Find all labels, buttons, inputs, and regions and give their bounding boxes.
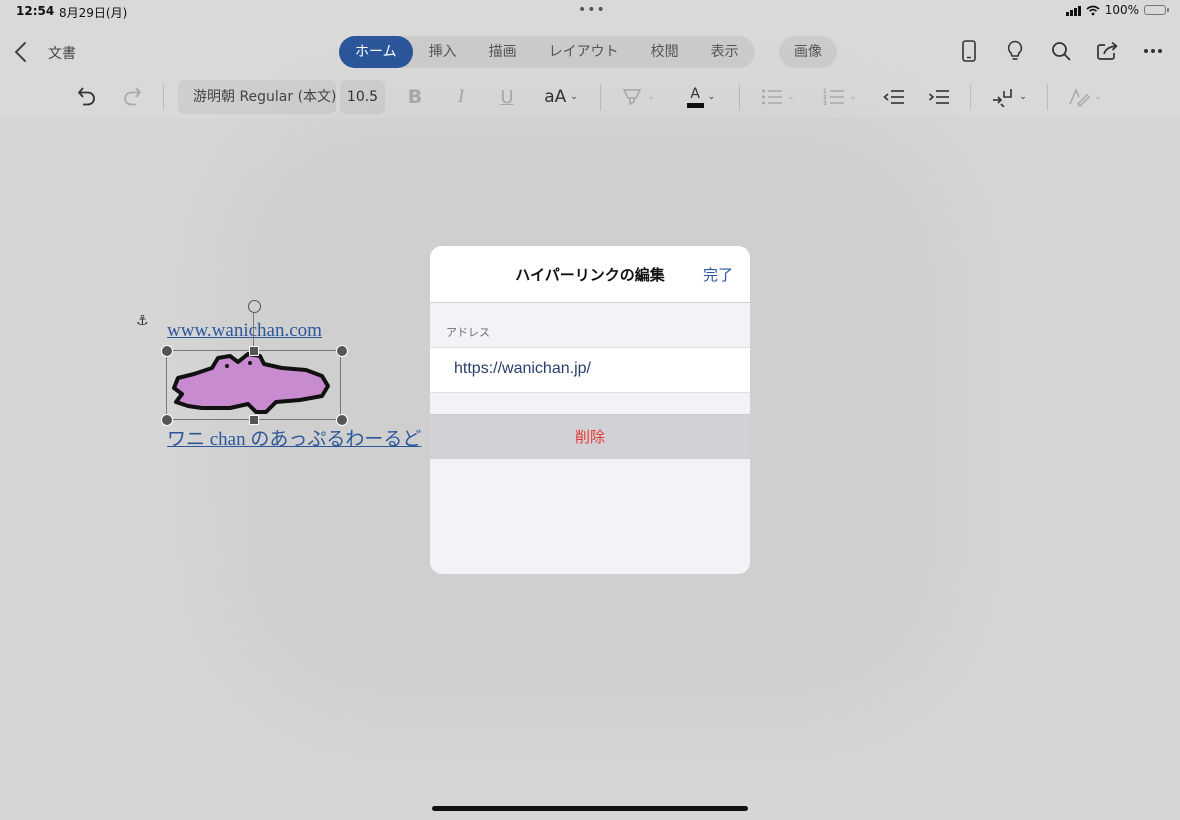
highlight-button[interactable]: ⌄ — [617, 81, 659, 113]
search-icon — [1052, 42, 1071, 61]
tab-home[interactable]: ホーム — [339, 36, 413, 68]
chevron-down-icon: ⌄ — [1094, 92, 1102, 102]
search-button[interactable] — [1046, 36, 1076, 66]
decrease-indent-button[interactable] — [881, 81, 907, 113]
tab-insert[interactable]: 挿入 — [413, 36, 473, 68]
more-icon — [1144, 49, 1162, 53]
app-navbar: 文書 ホーム 挿入 描画 レイアウト 校閲 表示 画像 — [0, 30, 1180, 76]
font-name-box[interactable]: 游明朝 Regular (本文) — [178, 80, 336, 114]
cellular-signal-icon — [1065, 5, 1081, 16]
tab-view[interactable]: 表示 — [695, 36, 755, 68]
divider — [739, 84, 740, 110]
chevron-down-icon: ⌄ — [647, 92, 655, 102]
chevron-down-icon: ⌄ — [1019, 92, 1027, 102]
italic-button[interactable]: I — [450, 81, 472, 113]
tab-draw[interactable]: 描画 — [473, 36, 533, 68]
redo-button[interactable] — [119, 81, 145, 113]
status-indicators: 100% — [1065, 3, 1169, 17]
indent-icon — [928, 90, 949, 104]
ribbon-toolbar: 游明朝 Regular (本文) 10.5 B I U aA ⌄ ⌄ A ⌄ ⌄… — [0, 78, 1180, 116]
resize-handle[interactable] — [336, 345, 348, 357]
home-indicator[interactable] — [432, 806, 748, 811]
hyperlink-text[interactable]: ワニ chan のあっぷるわーるど — [167, 424, 421, 451]
highlighter-icon — [622, 89, 642, 106]
chevron-down-icon: ⌄ — [707, 92, 716, 102]
status-time: 12:54 — [16, 4, 55, 18]
font-color-icon: A — [686, 85, 704, 108]
multitasking-dots[interactable]: ••• — [578, 2, 606, 18]
address-label: アドレス — [446, 326, 490, 339]
ribbon-tabs: ホーム 挿入 描画 レイアウト 校閲 表示 — [339, 36, 755, 68]
back-button[interactable] — [10, 38, 34, 66]
anchor-icon[interactable]: ⚓ — [136, 313, 149, 329]
chevron-down-icon: ⌄ — [570, 92, 578, 102]
hyperlink-url-text[interactable]: www.wanichan.com — [167, 320, 322, 342]
resize-handle[interactable] — [161, 345, 173, 357]
numbered-list-icon: 123 — [823, 88, 845, 107]
image-selection-box — [166, 350, 341, 420]
font-color-letter: A — [690, 85, 700, 102]
text-size-label: aA — [544, 87, 567, 107]
divider — [970, 84, 971, 110]
more-button[interactable] — [1138, 36, 1168, 66]
mobile-view-button[interactable] — [954, 36, 984, 66]
lightbulb-icon — [1007, 40, 1023, 60]
address-field-row — [430, 347, 750, 393]
redo-icon — [124, 87, 141, 106]
battery-percent: 100% — [1104, 3, 1139, 17]
dialog-header: ハイパーリンクの編集 完了 — [430, 246, 750, 303]
ideas-button[interactable] — [1000, 36, 1030, 66]
undo-icon — [78, 87, 95, 106]
document-title[interactable]: 文書 — [48, 43, 76, 63]
font-color-swatch — [686, 102, 704, 108]
edit-hyperlink-dialog: ハイパーリンクの編集 完了 アドレス 削除 — [430, 246, 750, 574]
numbering-button[interactable]: 123 ⌄ — [819, 81, 861, 113]
bold-button[interactable]: B — [404, 81, 426, 113]
styles-icon — [1069, 87, 1091, 107]
increase-indent-button[interactable] — [926, 81, 952, 113]
divider — [1047, 84, 1048, 110]
bullets-button[interactable]: ⌄ — [757, 81, 799, 113]
styles-button[interactable]: ⌄ — [1064, 81, 1106, 113]
font-size-box[interactable]: 10.5 — [340, 80, 385, 114]
nav-actions — [954, 36, 1168, 66]
wrap-text-button[interactable]: ⌄ — [988, 81, 1030, 113]
share-icon — [1097, 41, 1118, 60]
divider — [163, 84, 164, 110]
tab-review[interactable]: 校閲 — [635, 36, 695, 68]
status-date: 8月29日(月) — [59, 6, 128, 20]
chevron-down-icon: ⌄ — [849, 92, 857, 102]
status-bar: 12:54 8月29日(月) ••• 100% — [0, 0, 1180, 26]
svg-text:3: 3 — [823, 100, 827, 107]
delete-link-button[interactable]: 削除 — [430, 414, 750, 459]
rotate-handle[interactable] — [248, 300, 261, 313]
divider — [600, 84, 601, 110]
bullet-list-icon — [762, 89, 783, 105]
resize-handle[interactable] — [249, 346, 259, 356]
done-button[interactable]: 完了 — [703, 264, 733, 285]
underline-button[interactable]: U — [496, 81, 518, 113]
font-color-button[interactable]: A ⌄ — [680, 81, 722, 113]
phone-icon — [962, 40, 976, 62]
tab-image[interactable]: 画像 — [779, 36, 837, 68]
wrap-text-icon — [993, 89, 1013, 107]
text-size-button[interactable]: aA ⌄ — [540, 81, 582, 113]
battery-icon — [1144, 5, 1169, 15]
wifi-icon — [1086, 5, 1100, 15]
rotate-handle-line — [253, 312, 254, 350]
chevron-down-icon: ⌄ — [787, 92, 795, 102]
tab-layout[interactable]: レイアウト — [533, 36, 635, 68]
undo-button[interactable] — [74, 81, 100, 113]
address-input[interactable] — [452, 359, 736, 379]
outdent-icon — [883, 90, 904, 104]
chevron-left-icon — [15, 42, 26, 62]
share-button[interactable] — [1092, 36, 1122, 66]
